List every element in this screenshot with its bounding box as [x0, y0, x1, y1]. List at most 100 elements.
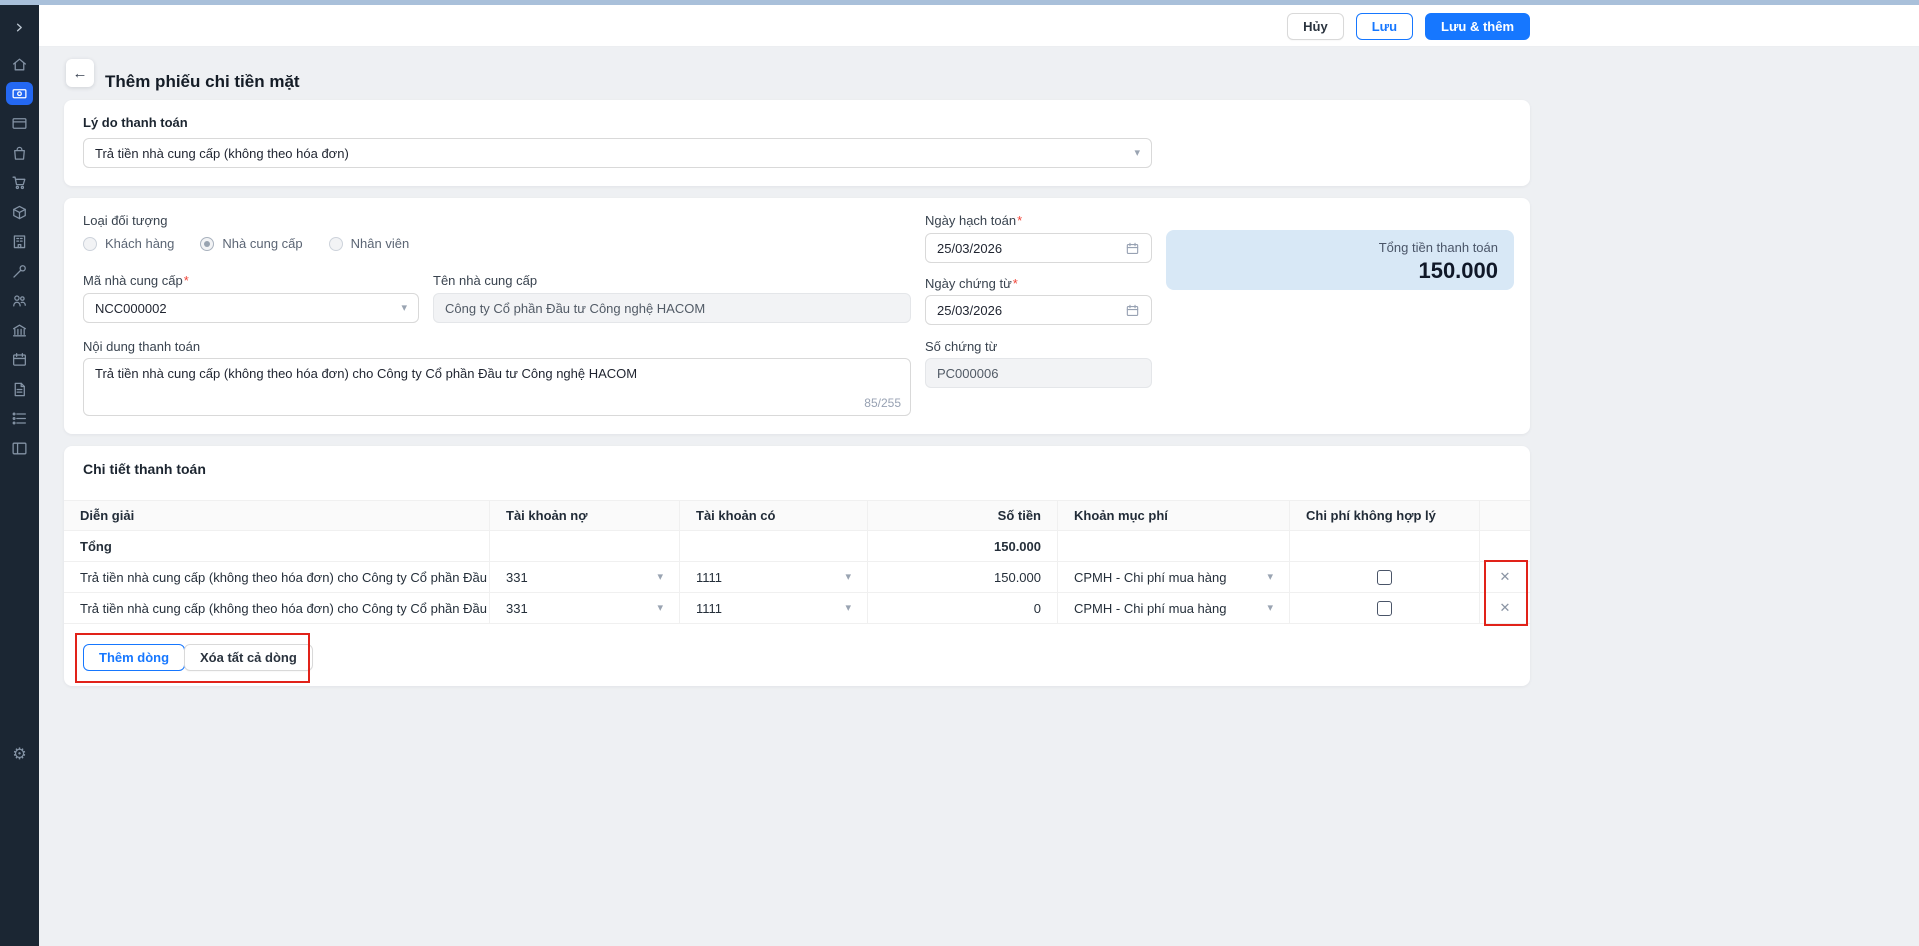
doc-number-label: Số chứng từ — [925, 339, 997, 354]
col-invalid-expense: Chi phí không hợp lý — [1290, 501, 1480, 530]
radio-employee: Nhân viên — [329, 236, 410, 251]
supplier-name-input: Công ty Cổ phần Đầu tư Công nghệ HACOM — [433, 293, 911, 323]
doc-number-input: PC000006 — [925, 358, 1152, 388]
back-arrow-icon: ← — [73, 65, 88, 82]
sidebar-item-home[interactable] — [0, 50, 39, 78]
add-row-button[interactable]: Thêm dòng — [83, 644, 185, 671]
chevron-right-icon — [12, 20, 27, 35]
invalid-expense-checkbox[interactable] — [1377, 570, 1392, 585]
chevron-down-icon: ▾ — [1134, 148, 1140, 159]
shopping-bag-icon — [11, 145, 28, 162]
table-row: Trả tiền nhà cung cấp (không theo hóa đơ… — [64, 593, 1530, 624]
payment-reason-card: Lý do thanh toán Trả tiền nhà cung cấp (… — [64, 100, 1530, 186]
payment-reason-select[interactable]: Trả tiền nhà cung cấp (không theo hóa đơ… — [83, 138, 1152, 168]
sidebar-item-report-list[interactable] — [0, 404, 39, 432]
payment-details-card: Chi tiết thanh toán Diễn giải Tài khoản … — [64, 446, 1530, 686]
row-credit-select[interactable]: 1111▾ — [680, 593, 868, 623]
row-invalid-expense-cell — [1290, 562, 1480, 592]
col-amount: Số tiền — [868, 501, 1058, 530]
row-credit-select[interactable]: 1111▾ — [680, 562, 868, 592]
chevron-down-icon: ▾ — [845, 572, 851, 583]
table-row: Trả tiền nhà cung cấp (không theo hóa đơ… — [64, 562, 1530, 593]
col-credit-account: Tài khoản có — [680, 501, 868, 530]
chevron-down-icon: ▾ — [845, 603, 851, 614]
object-type-radio-group: Khách hàng Nhà cung cấp Nhân viên — [83, 236, 409, 251]
delete-row-icon[interactable]: ✕ — [1500, 600, 1511, 616]
col-actions — [1480, 501, 1530, 530]
sidebar-item-cash-voucher[interactable] — [6, 82, 33, 105]
payment-reason-value: Trả tiền nhà cung cấp (không theo hóa đơ… — [95, 146, 349, 161]
delete-row-icon[interactable]: ✕ — [1500, 569, 1511, 585]
delete-all-rows-button[interactable]: Xóa tất cả dòng — [184, 644, 313, 671]
sidebar-item-staff[interactable] — [0, 286, 39, 314]
sidebar-expand-button[interactable] — [0, 13, 39, 41]
sidebar-item-package[interactable] — [0, 198, 39, 226]
topbar: Hủy Lưu Lưu & thêm — [39, 5, 1919, 47]
doc-date-input[interactable]: 25/03/2026 — [925, 295, 1152, 325]
row-actions-cell: ✕ — [1480, 593, 1530, 623]
col-description: Diễn giải — [64, 501, 490, 530]
document-icon — [11, 381, 28, 398]
col-expense-item: Khoản mục phí — [1058, 501, 1290, 530]
sidebar-item-layout-panel[interactable] — [0, 434, 39, 462]
chevron-down-icon: ▾ — [1267, 603, 1273, 614]
row-description[interactable]: Trả tiền nhà cung cấp (không theo hóa đơ… — [64, 593, 490, 623]
sidebar-item-calendar[interactable] — [0, 345, 39, 373]
total-row-label: Tổng — [64, 531, 490, 561]
posting-date-input[interactable]: 25/03/2026 — [925, 233, 1152, 263]
details-table: Diễn giải Tài khoản nợ Tài khoản có Số t… — [64, 500, 1530, 624]
radio-customer: Khách hàng — [83, 236, 174, 251]
chevron-down-icon: ▾ — [657, 572, 663, 583]
package-icon — [11, 204, 28, 221]
calendar-icon — [11, 351, 28, 368]
sidebar-item-tools[interactable] — [0, 257, 39, 285]
tools-icon — [11, 263, 28, 280]
save-and-add-button[interactable]: Lưu & thêm — [1425, 13, 1530, 40]
radio-employee-label: Nhân viên — [351, 236, 410, 251]
supplier-code-select[interactable]: NCC000002 ▾ — [83, 293, 419, 323]
radio-supplier-label: Nhà cung cấp — [222, 236, 302, 251]
bank-card-icon — [11, 115, 28, 132]
details-title: Chi tiết thanh toán — [83, 461, 206, 477]
total-amount-box: Tổng tiền thanh toán 150.000 — [1166, 230, 1514, 290]
sidebar-item-bank[interactable] — [0, 316, 39, 344]
payment-content-value: Trả tiền nhà cung cấp (không theo hóa đơ… — [95, 366, 637, 381]
row-expense-select[interactable]: CPMH - Chi phí mua hàng▾ — [1058, 562, 1290, 592]
row-amount[interactable]: 0 — [868, 593, 1058, 623]
row-expense-select[interactable]: CPMH - Chi phí mua hàng▾ — [1058, 593, 1290, 623]
radio-circle — [83, 237, 97, 251]
radio-supplier: Nhà cung cấp — [200, 236, 302, 251]
row-debit-select[interactable]: 331▾ — [490, 593, 680, 623]
invalid-expense-checkbox[interactable] — [1377, 601, 1392, 616]
general-info-card: Loại đối tượng Khách hàng Nhà cung cấp N… — [64, 198, 1530, 434]
row-description[interactable]: Trả tiền nhà cung cấp (không theo hóa đơ… — [64, 562, 490, 592]
doc-number-value: PC000006 — [937, 366, 998, 381]
supplier-name-value: Công ty Cổ phần Đầu tư Công nghệ HACOM — [445, 301, 705, 316]
cancel-button[interactable]: Hủy — [1287, 13, 1344, 40]
report-list-icon — [11, 410, 28, 427]
sidebar-item-settings[interactable]: ⚙ — [0, 740, 39, 768]
back-button[interactable]: ← — [66, 59, 94, 87]
save-button[interactable]: Lưu — [1356, 13, 1413, 40]
row-amount[interactable]: 150.000 — [868, 562, 1058, 592]
staff-icon — [11, 292, 28, 309]
row-debit-select[interactable]: 331▾ — [490, 562, 680, 592]
total-amount-value: 150.000 — [1182, 258, 1498, 284]
payment-reason-label: Lý do thanh toán — [83, 115, 188, 130]
table-total-row: Tổng 150.000 — [64, 531, 1530, 562]
sidebar-item-shopping-cart[interactable] — [0, 168, 39, 196]
payment-content-textarea[interactable]: Trả tiền nhà cung cấp (không theo hóa đơ… — [83, 358, 911, 416]
sidebar-item-document[interactable] — [0, 375, 39, 403]
sidebar-item-bank-card[interactable] — [0, 109, 39, 137]
posting-date-value: 25/03/2026 — [937, 241, 1002, 256]
shopping-cart-icon — [11, 174, 28, 191]
calendar-icon — [1125, 303, 1140, 318]
total-amount-label: Tổng tiền thanh toán — [1182, 240, 1498, 255]
app-root: ⚙ Hủy Lưu Lưu & thêm ← Thêm phiếu chi ti… — [0, 0, 1919, 946]
radio-customer-label: Khách hàng — [105, 236, 174, 251]
sidebar: ⚙ — [0, 5, 39, 946]
sidebar-item-shopping-bag[interactable] — [0, 139, 39, 167]
supplier-code-label: Mã nhà cung cấp* — [83, 273, 189, 288]
sidebar-item-warehouse[interactable] — [0, 227, 39, 255]
warehouse-icon — [11, 233, 28, 250]
